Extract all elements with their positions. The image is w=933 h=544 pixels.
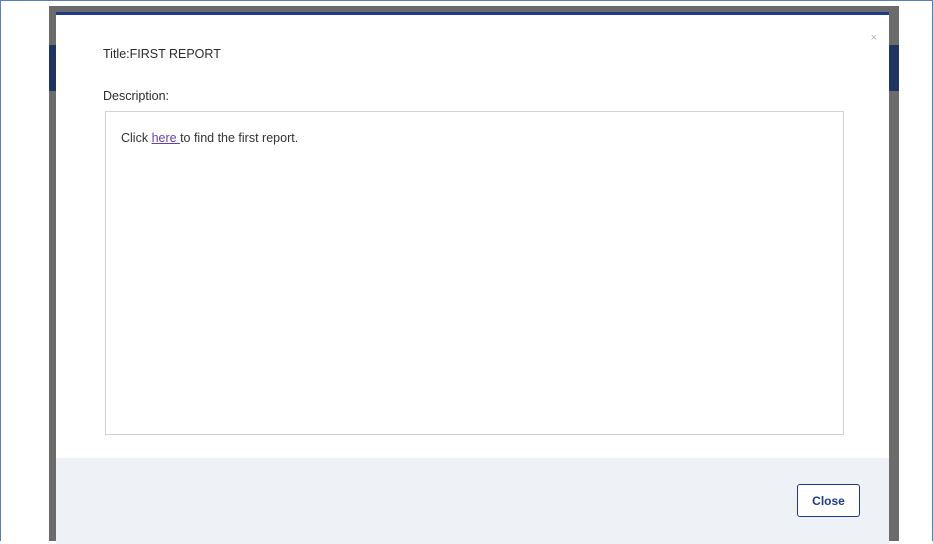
report-link[interactable]: here <box>152 131 181 145</box>
modal-footer: Close <box>56 458 889 544</box>
description-text: Click here to find the first report. <box>121 131 298 145</box>
modal-title: Title:FIRST REPORT <box>103 47 221 61</box>
description-text-after: to find the first report. <box>180 131 299 145</box>
close-button[interactable]: Close <box>797 484 860 517</box>
description-label: Description: <box>103 89 169 103</box>
close-icon[interactable]: × <box>871 33 877 44</box>
description-text-before: Click <box>121 131 152 145</box>
description-box: Click here to find the first report. <box>105 111 844 435</box>
report-modal: × Title:FIRST REPORT Description: Click … <box>56 12 889 544</box>
app-header-right-strip <box>889 45 899 91</box>
